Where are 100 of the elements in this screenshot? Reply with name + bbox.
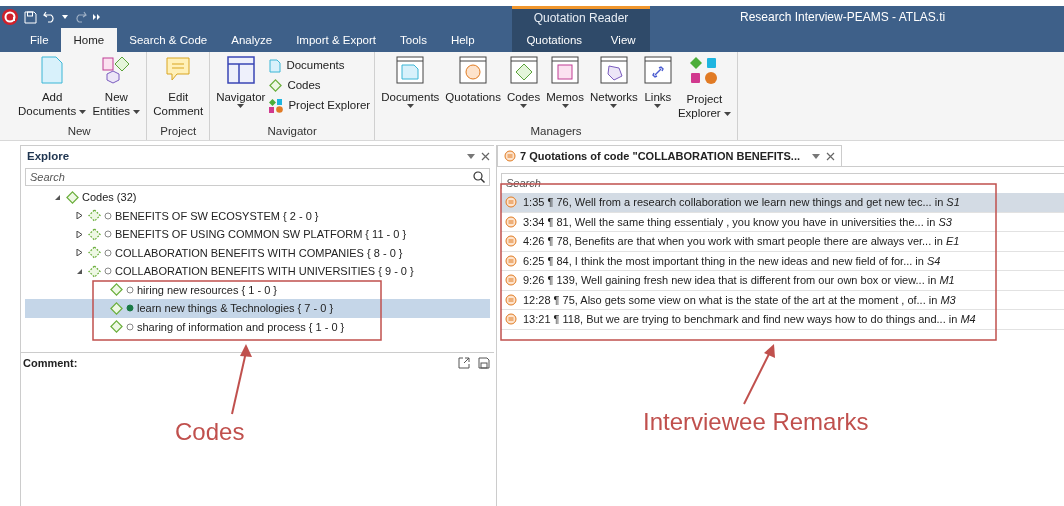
redo-icon — [74, 11, 87, 23]
ribbon-button[interactable]: Project Explorer — [675, 52, 733, 125]
comment-label: Comment: — [23, 357, 78, 369]
annotation-label: Codes — [175, 418, 245, 446]
panel-title: Explore — [27, 150, 70, 162]
ribbon-button[interactable]: Codes — [269, 77, 371, 94]
tree-row[interactable]: COLLABORATION BENEFITS WITH UNIVERSITIES { 9 - 0 } — [25, 262, 490, 281]
ribbon-tab[interactable]: View — [598, 28, 648, 52]
more-icon[interactable] — [93, 14, 101, 20]
ribbon-button[interactable]: Networks — [587, 52, 640, 125]
caret-icon — [610, 104, 618, 109]
quotation-text: 4:26 ¶ 78, Benefits are that when you work with smart people there are always ver... in E1 — [523, 235, 960, 248]
ribbon-button[interactable]: Project Explorer — [269, 97, 371, 114]
code-label: COLLABORATION BENEFITS WITH COMPANIES { 8 - 0 } — [115, 246, 403, 259]
dropdown-icon[interactable] — [812, 153, 820, 159]
caret-icon[interactable] — [62, 15, 68, 19]
ribbon-button[interactable]: Documents — [269, 57, 371, 74]
quotation-icon — [505, 293, 517, 306]
code-icon — [110, 301, 123, 315]
quotation-icon — [505, 254, 517, 267]
collapse-arrow-icon[interactable] — [53, 193, 61, 201]
ribbon-tab[interactable]: Import & Export — [284, 28, 389, 52]
quotation-row[interactable]: 12:28 ¶ 75, Also gets some view on what is the state of the art at the moment , of... in M3 — [501, 290, 1064, 310]
quotation-text: 6:25 ¶ 84, I think the most important thing in the new ideas and new field of for... in S4 — [523, 254, 941, 267]
code-icon — [88, 209, 101, 223]
expand-arrow-icon[interactable] — [75, 249, 83, 257]
close-icon[interactable] — [826, 151, 835, 161]
networks-manager-icon — [599, 56, 628, 84]
search-field[interactable]: Search — [25, 168, 490, 186]
ribbon-button[interactable]: Codes — [505, 52, 543, 125]
expand-arrow-icon[interactable] — [75, 230, 83, 238]
tree-row[interactable]: learn new things & Technologies { 7 - 0 } — [25, 299, 490, 318]
ribbon-tab[interactable]: Tools — [388, 28, 439, 52]
save-icon[interactable] — [478, 357, 490, 369]
project-explorer-icon — [689, 56, 720, 86]
group-label: Navigator — [266, 125, 318, 139]
window-title: Research Interview-PEAMS - ATLAS.ti — [739, 9, 947, 26]
tree-row[interactable]: hiring new resources { 1 - 0 } — [25, 280, 490, 299]
ribbon-tab[interactable]: Analyze — [219, 28, 285, 52]
code-icon — [88, 264, 101, 278]
navigator-icon — [226, 56, 255, 84]
expand-arrow-icon[interactable] — [75, 212, 83, 220]
caret-icon — [406, 104, 414, 109]
memos-manager-icon — [551, 56, 580, 84]
code-label: BENEFITS OF SW ECOSYSTEM { 2 - 0 } — [115, 209, 319, 222]
ribbon-tab[interactable]: Help — [438, 28, 487, 52]
code-icon — [110, 320, 123, 334]
ribbon-button[interactable]: Navigator — [214, 52, 268, 125]
codes-manager-icon — [509, 56, 538, 84]
code-label: BENEFITS OF USING COMMON SW PLATFORM { 11 - 0 } — [115, 228, 407, 241]
close-icon[interactable] — [481, 151, 490, 161]
ribbon-button[interactable]: Links — [641, 52, 674, 125]
ribbon-tab[interactable]: Quotations — [514, 28, 595, 52]
quotation-icon — [504, 150, 516, 162]
quotation-row[interactable]: 3:34 ¶ 81, Well the same thing essentialy , you know you have in universities the... in S3 — [501, 212, 1064, 232]
code-icon — [110, 283, 123, 297]
quotation-text: 12:28 ¶ 75, Also gets some view on what is the state of the art at the moment , of... in M3 — [523, 293, 956, 306]
ribbon-button[interactable]: Edit Comment — [151, 52, 206, 125]
search-icon[interactable] — [473, 171, 485, 183]
quotation-icon — [505, 313, 517, 326]
code-label: Codes (32) — [82, 191, 137, 204]
quotation-row[interactable]: 4:26 ¶ 78, Benefits are that when you work with smart people there are always ver... in E1 — [501, 232, 1064, 252]
panel-tab-title: 7 Quotations of code "COLLABORATION BENEFITS... — [520, 150, 800, 162]
quotation-text: 1:35 ¶ 76, Well from a research collaboration we learn new things and get new tec... in S1 — [523, 196, 960, 209]
quotation-row[interactable]: 6:25 ¶ 84, I think the most important thing in the new ideas and new field of for... in S4 — [501, 251, 1064, 271]
quotation-icon — [505, 215, 517, 228]
quotation-text: 9:26 ¶ 139, Well gaining fresh new idea that is different from our own box or view... in M1 — [523, 274, 955, 287]
quotation-text: 13:21 ¶ 118, But we are trying to benchmark and find new ways how to do things and... in M4 — [523, 313, 976, 326]
ribbon-button[interactable]: Documents — [379, 52, 442, 125]
undo-icon[interactable] — [43, 11, 56, 23]
ribbon-tab[interactable]: Home — [60, 28, 118, 52]
tree-row[interactable]: BENEFITS OF SW ECOSYSTEM { 2 - 0 } — [25, 206, 490, 225]
quotation-row[interactable]: 13:21 ¶ 118, But we are trying to benchmark and find new ways how to do things and... in M4 — [501, 310, 1064, 330]
code-label: hiring new resources { 1 - 0 } — [137, 283, 278, 296]
quotations-manager-icon — [459, 56, 488, 84]
tree-row[interactable]: COLLABORATION BENEFITS WITH COMPANIES { 8 - 0 } — [25, 243, 490, 262]
tree-row[interactable]: sharing of information and process { 1 - 0 } — [25, 317, 490, 336]
ribbon-tab[interactable]: File — [18, 28, 61, 52]
collapse-arrow-icon[interactable] — [75, 267, 83, 275]
caret-icon — [237, 104, 245, 109]
group-label: Managers — [529, 125, 583, 139]
caret-icon — [133, 110, 141, 115]
quotation-text: 3:34 ¶ 81, Well the same thing essentialy , you know you have in universities the... in S3 — [523, 215, 952, 228]
group-label: New — [66, 125, 92, 139]
pop-out-icon[interactable] — [458, 357, 470, 369]
entities-icon — [101, 56, 132, 84]
ribbon-tab[interactable]: Search & Code — [117, 28, 220, 52]
tree-row[interactable]: BENEFITS OF USING COMMON SW PLATFORM { 11 - 0 } — [25, 225, 490, 244]
quotation-row[interactable]: 9:26 ¶ 139, Well gaining fresh new idea that is different from our own box or view... in M1 — [501, 271, 1064, 291]
ribbon-button[interactable]: New Entities — [90, 52, 143, 125]
context-group-title: Quotation Reader — [532, 10, 630, 27]
code-icon — [66, 190, 79, 204]
ribbon-button[interactable]: Quotations — [443, 52, 503, 125]
quotation-row[interactable]: 1:35 ¶ 76, Well from a research collaboration we learn new things and get new tec... in S1 — [501, 193, 1064, 213]
code-label: learn new things & Technologies { 7 - 0 } — [137, 302, 334, 315]
ribbon-button[interactable]: Add Documents — [16, 52, 89, 125]
dropdown-icon[interactable] — [467, 153, 475, 159]
ribbon-button[interactable]: Memos — [544, 52, 586, 125]
panel-tab[interactable]: 7 Quotations of code "COLLABORATION BENEFITS... — [497, 145, 842, 166]
tree-row[interactable]: Codes (32) — [25, 188, 490, 207]
